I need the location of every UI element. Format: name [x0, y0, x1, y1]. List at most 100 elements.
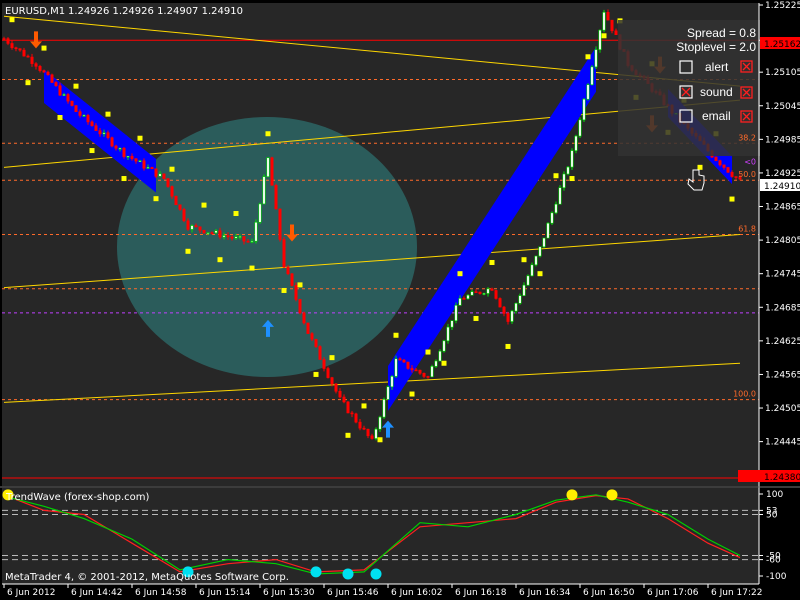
candle-body: [438, 350, 442, 362]
signal-dot: [121, 176, 127, 182]
price-tag-current: 1.24910: [760, 179, 800, 192]
candle-body: [722, 164, 726, 168]
candle-body: [478, 291, 482, 294]
candle-body: [458, 298, 462, 306]
candle-body: [314, 338, 318, 347]
candle-body: [298, 299, 302, 314]
candle-body: [362, 427, 366, 430]
signal-dot: [585, 54, 591, 60]
y-tick-label: 1.25225: [765, 1, 800, 11]
y-tick-label: 1.24805: [765, 236, 800, 246]
candle-body: [174, 195, 178, 206]
candle-body: [266, 157, 270, 177]
candle-body: [198, 226, 202, 231]
signal-dot: [265, 131, 271, 137]
candle-body: [70, 100, 74, 106]
y-tick-label: 1.24985: [765, 135, 800, 145]
candle-body: [402, 359, 406, 363]
candle-body: [126, 155, 130, 158]
candle-body: [394, 358, 398, 377]
y-tick-label: 1.24745: [765, 270, 800, 280]
candle-body: [114, 145, 118, 149]
candle-body: [254, 221, 258, 242]
candle-body: [606, 12, 610, 21]
signal-dot: [457, 271, 463, 277]
highlight-ellipse: [117, 117, 417, 377]
signal-dot: [105, 111, 111, 117]
y-tick-label: 1.25105: [765, 68, 800, 78]
candle-body: [2, 38, 6, 40]
candle-body: [342, 396, 346, 403]
candle-body: [486, 288, 490, 294]
signal-dot: [697, 164, 703, 170]
x-tick-label: 6 Jun 17:22: [711, 588, 762, 598]
indicator-tick-label: -100: [766, 572, 787, 582]
x-tick-label: 6 Jun 16:18: [455, 588, 507, 598]
x-tick-label: 6 Jun 16:02: [391, 588, 442, 598]
candle-body: [222, 235, 226, 238]
candle-body: [262, 176, 266, 205]
x-tick-label: 6 Jun 14:42: [71, 588, 122, 598]
alert-label: alert: [705, 60, 729, 74]
svg-text:1.24380: 1.24380: [764, 473, 800, 483]
x-tick-label: 6 Jun 17:06: [647, 588, 699, 598]
signal-dot: [377, 437, 383, 443]
x-tick-label: 6 Jun 15:30: [263, 588, 315, 598]
candle-body: [346, 401, 350, 414]
candle-body: [38, 66, 42, 71]
signal-dot: [281, 287, 287, 293]
candle-body: [62, 94, 66, 96]
signal-dot: [169, 166, 175, 172]
candle-body: [302, 312, 306, 324]
signal-dot: [201, 202, 207, 208]
candle-body: [426, 376, 430, 378]
candle-body: [66, 94, 70, 102]
indicator-tick-label: 50: [766, 511, 778, 521]
signal-dot: [249, 265, 255, 271]
candle-body: [334, 383, 338, 392]
candle-body: [74, 105, 78, 112]
candle-body: [94, 125, 98, 131]
y-tick-label: 1.24445: [765, 438, 800, 448]
signal-dot: [153, 196, 159, 202]
candle-body: [354, 413, 358, 423]
candle-body: [182, 209, 186, 222]
candle-body: [422, 372, 426, 377]
candle-body: [150, 167, 154, 170]
candle-body: [546, 222, 550, 239]
candle-body: [474, 291, 478, 293]
y-tick-label: 1.24925: [765, 169, 800, 179]
x-tick-label: 6 Jun 14:58: [135, 588, 187, 598]
candle-body: [306, 322, 310, 334]
indicator-dot-yellow: [566, 489, 578, 501]
candle-body: [538, 246, 542, 257]
candle-body: [454, 305, 458, 322]
candle-body: [118, 147, 122, 150]
signal-dot: [233, 211, 239, 217]
candle-body: [290, 273, 294, 286]
candle-body: [574, 135, 578, 151]
candle-body: [202, 229, 206, 234]
candle-body: [278, 208, 282, 240]
y-tick-label: 1.24685: [765, 303, 800, 313]
candle-body: [166, 178, 170, 187]
candle-body: [350, 412, 354, 415]
y-tick-label: 1.24865: [765, 203, 800, 213]
svg-text:1.25162: 1.25162: [764, 40, 800, 50]
candle-body: [238, 236, 242, 238]
candle-body: [470, 291, 474, 296]
candle-body: [246, 240, 250, 243]
candle-body: [78, 111, 82, 116]
candle-body: [502, 306, 506, 314]
candle-body: [578, 119, 582, 137]
spread-text: Spread = 0.8: [687, 26, 756, 40]
candle-body: [258, 203, 262, 223]
candle-body: [542, 237, 546, 248]
signal-dot: [601, 33, 607, 39]
candle-body: [602, 12, 606, 31]
candle-body: [110, 137, 114, 147]
candle-body: [274, 185, 278, 210]
candle-body: [386, 386, 390, 400]
candle-body: [430, 366, 434, 378]
fib-label: <0: [744, 157, 756, 166]
